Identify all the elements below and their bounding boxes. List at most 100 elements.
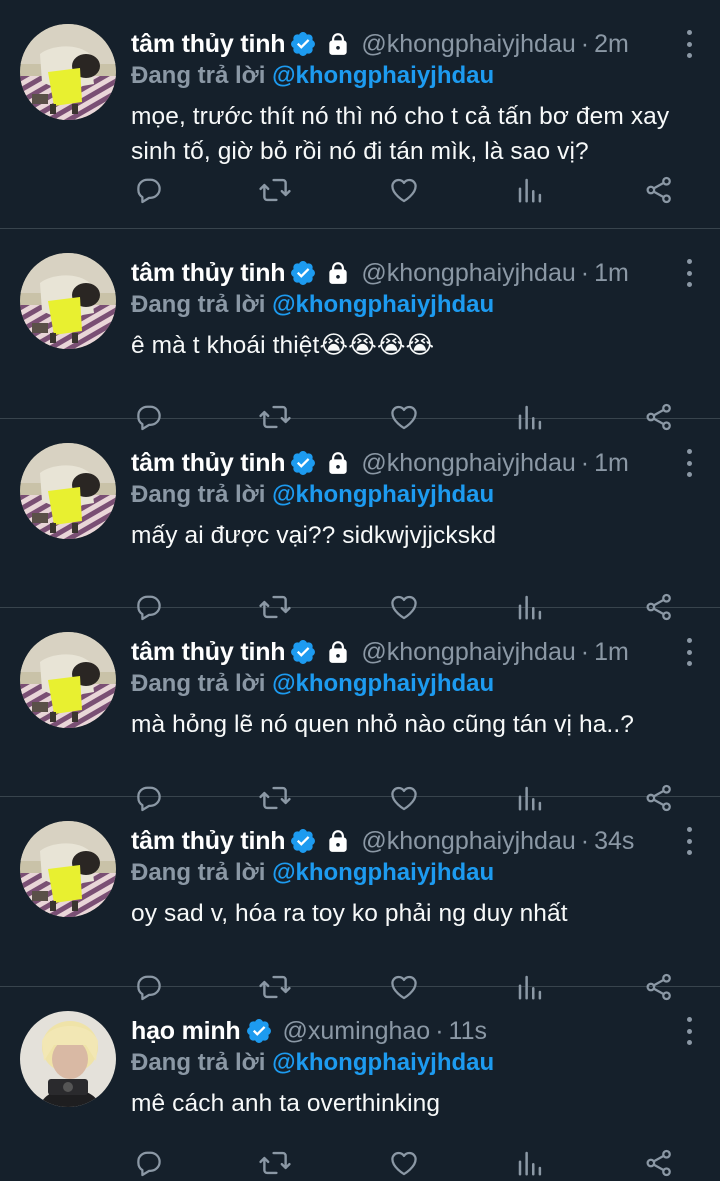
user-handle[interactable]: @khongphaiyjhdau xyxy=(361,30,575,59)
tweet-text: mọe, trước thít nó thì nó cho t cả tấn b… xyxy=(131,103,670,165)
replying-to-label: Đang trả lời xyxy=(131,1049,266,1076)
tweet[interactable]: tâm thủy tinh @khongphaiyjhdau · 1m Đang… xyxy=(0,419,720,621)
replying-to-label: Đang trả lời xyxy=(131,481,266,508)
verified-badge-icon xyxy=(289,449,317,477)
verified-badge-icon xyxy=(289,259,317,287)
tweet-header: tâm thủy tinh @khongphaiyjhdau · 1m xyxy=(131,634,700,670)
like-icon[interactable] xyxy=(386,1145,422,1181)
replying-to-label: Đang trả lời xyxy=(131,291,266,318)
timestamp[interactable]: 1m xyxy=(594,638,629,667)
tweet-text: mê cách anh ta overthinking xyxy=(131,1090,441,1117)
display-name[interactable]: tâm thủy tinh xyxy=(131,827,286,856)
replying-to-handle[interactable]: @khongphaiyjhdau xyxy=(272,1049,494,1076)
share-icon[interactable] xyxy=(641,172,677,208)
verified-badge-icon xyxy=(289,827,317,855)
separator-dot: · xyxy=(580,448,590,477)
tweet[interactable]: hạo minh @xuminghao · 11s Đang trả lời @… xyxy=(0,987,720,1177)
replying-to: Đang trả lời @khongphaiyjhdau xyxy=(131,481,700,511)
tweet[interactable]: tâm thủy tinh @khongphaiyjhdau · 1m Đang… xyxy=(0,229,720,431)
verified-badge-icon xyxy=(245,1017,273,1045)
lock-icon xyxy=(325,450,351,476)
more-vertical-icon[interactable] xyxy=(678,827,700,855)
replying-to-handle[interactable]: @khongphaiyjhdau xyxy=(272,62,494,89)
display-name[interactable]: tâm thủy tinh xyxy=(131,30,286,59)
separator-dot: · xyxy=(580,637,590,666)
timestamp[interactable]: 2m xyxy=(594,30,629,59)
display-name[interactable]: tâm thủy tinh xyxy=(131,259,286,288)
reply-icon[interactable] xyxy=(131,1145,167,1181)
tweet-header: tâm thủy tinh @khongphaiyjhdau · 1m xyxy=(131,445,700,481)
timestamp[interactable]: 1m xyxy=(594,259,629,288)
lock-icon xyxy=(325,639,351,665)
user-handle[interactable]: @khongphaiyjhdau xyxy=(361,638,575,667)
replying-to-label: Đang trả lời xyxy=(131,62,266,89)
tweet-content: hạo minh @xuminghao · 11s Đang trả lời @… xyxy=(131,1013,700,1121)
more-vertical-icon[interactable] xyxy=(678,30,700,58)
replying-to-handle[interactable]: @khongphaiyjhdau xyxy=(272,670,494,697)
replying-to: Đang trả lời @khongphaiyjhdau xyxy=(131,670,700,700)
tweet-actions xyxy=(131,1145,691,1181)
avatar-tam-icon[interactable] xyxy=(20,821,116,917)
tweet-content: tâm thủy tinh @khongphaiyjhdau · 1m Đang… xyxy=(131,445,700,553)
replying-to: Đang trả lời @khongphaiyjhdau xyxy=(131,62,700,92)
avatar-tam-icon[interactable] xyxy=(20,24,116,120)
replying-to-handle[interactable]: @khongphaiyjhdau xyxy=(272,859,494,886)
timeline: tâm thủy tinh @khongphaiyjhdau · 2m Đang… xyxy=(0,0,720,1177)
user-handle[interactable]: @xuminghao xyxy=(283,1017,431,1046)
like-icon[interactable] xyxy=(386,172,422,208)
replying-to-handle[interactable]: @khongphaiyjhdau xyxy=(272,481,494,508)
tweet-header: hạo minh @xuminghao · 11s xyxy=(131,1013,700,1049)
tweet-text: ê mà t khoái thiệt😭😭😭😭 xyxy=(131,332,435,359)
tweet-actions xyxy=(131,172,691,208)
user-handle[interactable]: @khongphaiyjhdau xyxy=(361,827,575,856)
tweet-content: tâm thủy tinh @khongphaiyjhdau · 34s Đan… xyxy=(131,823,700,931)
display-name[interactable]: hạo minh xyxy=(131,1017,241,1046)
retweet-icon[interactable] xyxy=(257,1145,293,1181)
avatar-tam-icon[interactable] xyxy=(20,443,116,539)
analytics-icon[interactable] xyxy=(512,172,548,208)
timestamp[interactable]: 11s xyxy=(449,1017,487,1046)
replying-to-label: Đang trả lời xyxy=(131,859,266,886)
more-vertical-icon[interactable] xyxy=(678,1017,700,1045)
tweet-header: tâm thủy tinh @khongphaiyjhdau · 34s xyxy=(131,823,700,859)
timestamp[interactable]: 34s xyxy=(594,827,634,856)
tweet[interactable]: tâm thủy tinh @khongphaiyjhdau · 34s Đan… xyxy=(0,797,720,1001)
replying-to: Đang trả lời @khongphaiyjhdau xyxy=(131,1049,700,1079)
replying-to-label: Đang trả lời xyxy=(131,670,266,697)
tweet-header: tâm thủy tinh @khongphaiyjhdau · 2m xyxy=(131,26,700,62)
tweet-text: mấy ai được vại?? sidkwjvjjckskd xyxy=(131,522,497,549)
tweet-header: tâm thủy tinh @khongphaiyjhdau · 1m xyxy=(131,255,700,291)
separator-dot: · xyxy=(580,29,590,58)
tweet[interactable]: tâm thủy tinh @khongphaiyjhdau · 1m Đang… xyxy=(0,608,720,812)
verified-badge-icon xyxy=(289,30,317,58)
more-vertical-icon[interactable] xyxy=(678,259,700,287)
separator-dot: · xyxy=(580,258,590,287)
tweet-content: tâm thủy tinh @khongphaiyjhdau · 1m Đang… xyxy=(131,634,700,742)
tweet-content: tâm thủy tinh @khongphaiyjhdau · 2m Đang… xyxy=(131,26,700,169)
user-handle[interactable]: @khongphaiyjhdau xyxy=(361,259,575,288)
retweet-icon[interactable] xyxy=(257,172,293,208)
tweet-text: oy sad v, hóa ra toy ko phải ng duy nhất xyxy=(131,900,568,927)
lock-icon xyxy=(325,828,351,854)
lock-icon xyxy=(325,260,351,286)
verified-badge-icon xyxy=(289,638,317,666)
tweet[interactable]: tâm thủy tinh @khongphaiyjhdau · 2m Đang… xyxy=(0,0,720,229)
display-name[interactable]: tâm thủy tinh xyxy=(131,449,286,478)
tweet-content: tâm thủy tinh @khongphaiyjhdau · 1m Đang… xyxy=(131,255,700,363)
more-vertical-icon[interactable] xyxy=(678,449,700,477)
display-name[interactable]: tâm thủy tinh xyxy=(131,638,286,667)
reply-icon[interactable] xyxy=(131,172,167,208)
user-handle[interactable]: @khongphaiyjhdau xyxy=(361,449,575,478)
replying-to: Đang trả lời @khongphaiyjhdau xyxy=(131,291,700,321)
tweet-text: mà hỏng lẽ nó quen nhỏ nào cũng tán vị h… xyxy=(131,711,634,738)
replying-to-handle[interactable]: @khongphaiyjhdau xyxy=(272,291,494,318)
separator-dot: · xyxy=(435,1016,444,1045)
separator-dot: · xyxy=(580,826,590,855)
analytics-icon[interactable] xyxy=(512,1145,548,1181)
share-icon[interactable] xyxy=(641,1145,677,1181)
avatar-tam-icon[interactable] xyxy=(20,632,116,728)
avatar-hao-icon[interactable] xyxy=(20,1011,116,1107)
avatar-tam-icon[interactable] xyxy=(20,253,116,349)
more-vertical-icon[interactable] xyxy=(678,638,700,666)
timestamp[interactable]: 1m xyxy=(594,449,629,478)
